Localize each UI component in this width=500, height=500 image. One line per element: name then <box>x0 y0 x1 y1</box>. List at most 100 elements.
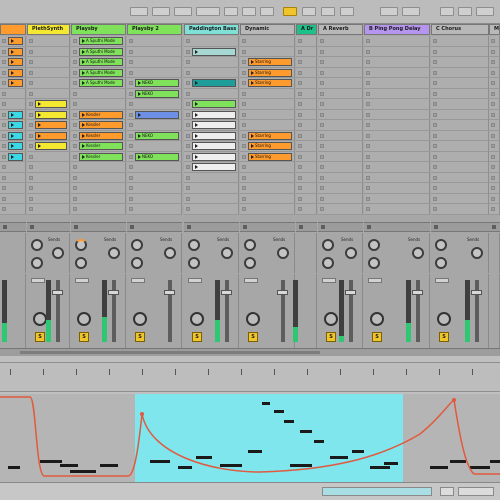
clip-slot[interactable]: Kessler <box>71 130 126 141</box>
clip-slot-stop-square[interactable] <box>242 207 246 211</box>
clip-play-icon[interactable] <box>82 70 85 75</box>
clip-play-icon[interactable] <box>11 154 14 159</box>
clip-slot-stop-square[interactable] <box>129 186 133 190</box>
clip-slot-stop-square[interactable] <box>298 144 302 148</box>
clip-slot[interactable] <box>184 88 239 99</box>
clip-slot-stop-square[interactable] <box>433 81 437 85</box>
clip-slot-stop-square[interactable] <box>129 154 133 159</box>
clip-slot[interactable] <box>184 120 239 131</box>
clip-slot-stop-square[interactable] <box>242 91 246 96</box>
clip-slot[interactable] <box>364 162 430 173</box>
clip-slot-stop-square[interactable] <box>129 165 133 169</box>
clip-slot-stop-square[interactable] <box>320 186 324 190</box>
clip-play-icon[interactable] <box>11 39 14 43</box>
clip-slot[interactable] <box>27 120 70 131</box>
clip-slot-stop-square[interactable] <box>186 112 190 117</box>
clip-play-icon[interactable] <box>82 154 85 159</box>
clip-slot-stop-square[interactable] <box>242 144 246 148</box>
clip-slot-stop-square[interactable] <box>366 196 370 201</box>
send-c-knob[interactable] <box>131 257 143 269</box>
volume-fader-handle[interactable] <box>277 290 288 295</box>
clip-play-icon[interactable] <box>251 81 254 85</box>
clip-slot-stop-square[interactable] <box>298 81 302 85</box>
clip-slot[interactable] <box>431 130 489 141</box>
clip-slot-stop-square[interactable] <box>433 70 437 75</box>
clip[interactable]: A Sputhi Mode <box>79 47 123 56</box>
clip-slot[interactable] <box>296 57 317 68</box>
clip-slot-stop-square[interactable] <box>129 196 133 201</box>
clip-slot[interactable] <box>0 57 26 68</box>
clip-play-icon[interactable] <box>138 91 141 96</box>
clip[interactable]: A Sputhi Mode <box>79 68 123 77</box>
clip-slot-stop-square[interactable] <box>129 175 133 180</box>
clip-slot[interactable]: A Sputhi Mode <box>71 57 126 68</box>
clip-slot[interactable] <box>364 46 430 57</box>
clip-slot-stop-square[interactable] <box>29 144 33 148</box>
clip-play-icon[interactable] <box>251 60 254 64</box>
clip-slot-stop-square[interactable] <box>129 133 133 138</box>
clip-slot[interactable] <box>296 183 317 194</box>
clip-slot[interactable]: A Sputhi Mode <box>71 67 126 78</box>
clip-slot[interactable]: Starring <box>240 141 295 152</box>
clip-slot-stop-square[interactable] <box>129 112 133 117</box>
scrollbar-thumb[interactable] <box>20 351 320 354</box>
clip-slot-stop-square[interactable] <box>186 186 190 190</box>
clip-slot-stop-square[interactable] <box>298 49 302 54</box>
clip[interactable]: Starring <box>248 152 292 161</box>
clip-slot-stop-square[interactable] <box>491 49 495 54</box>
track-delay-field[interactable] <box>435 278 449 283</box>
clip-slot[interactable] <box>0 99 26 110</box>
clip-slot[interactable] <box>0 172 26 183</box>
clip-slot[interactable] <box>296 151 317 162</box>
send-a-knob[interactable] <box>31 239 43 251</box>
clip-slot[interactable] <box>364 99 430 110</box>
send-c-knob[interactable] <box>435 257 447 269</box>
clip-slot[interactable] <box>27 78 70 89</box>
clip[interactable]: Kessler <box>79 131 123 140</box>
clip[interactable] <box>8 79 23 87</box>
clip-slot[interactable] <box>431 193 489 204</box>
send-b-knob[interactable] <box>412 247 424 259</box>
clip-slot[interactable]: NEKO <box>127 130 182 141</box>
clip-slot[interactable] <box>431 57 489 68</box>
clip-slot[interactable]: Kessler <box>71 109 126 120</box>
clip[interactable]: Kessler <box>79 142 123 150</box>
clip-slot-stop-square[interactable] <box>186 207 190 211</box>
clip-slot[interactable] <box>431 99 489 110</box>
clip-slot-stop-square[interactable] <box>491 175 495 180</box>
clip-play-icon[interactable] <box>11 81 14 85</box>
clip-slot[interactable] <box>127 46 182 57</box>
automation-arm-button[interactable] <box>321 7 335 16</box>
clip-slot-stop-square[interactable] <box>73 165 77 169</box>
clip[interactable]: NEKO <box>135 79 179 87</box>
clip[interactable]: Kessler <box>79 121 123 129</box>
clip-slot[interactable] <box>240 204 295 215</box>
clip-slot-stop-square[interactable] <box>298 186 302 190</box>
clip[interactable] <box>192 100 236 108</box>
clip-play-icon[interactable] <box>251 144 254 148</box>
clip-slot[interactable] <box>431 183 489 194</box>
clip-slot-stop-square[interactable] <box>29 91 33 96</box>
clip-slot-stop-square[interactable] <box>366 186 370 190</box>
clip-slot-stop-square[interactable] <box>433 196 437 201</box>
clip-slot-stop-square[interactable] <box>491 123 495 127</box>
clip-slot[interactable] <box>364 120 430 131</box>
send-a-knob[interactable] <box>188 239 200 251</box>
clip-slot-stop-square[interactable] <box>433 133 437 138</box>
clip-slot-stop-square[interactable] <box>2 91 6 96</box>
track-delay-field[interactable] <box>31 278 45 283</box>
stop-clip-button[interactable] <box>3 225 7 229</box>
clip-slot-stop-square[interactable] <box>186 70 190 75</box>
clip-slot[interactable] <box>364 67 430 78</box>
clip[interactable]: Kessler <box>79 110 123 119</box>
clip-slot[interactable] <box>489 78 500 89</box>
clip-slot[interactable] <box>71 172 126 183</box>
clip-slot-stop-square[interactable] <box>73 175 77 180</box>
midi-note-editor[interactable] <box>0 394 500 482</box>
clip-slot-stop-square[interactable] <box>129 144 133 148</box>
clip-slot[interactable] <box>296 162 317 173</box>
stop-clip-button[interactable] <box>367 225 371 229</box>
clip-slot-stop-square[interactable] <box>491 81 495 85</box>
clip-slot[interactable] <box>0 67 26 78</box>
stop-clip-button[interactable] <box>434 225 438 229</box>
